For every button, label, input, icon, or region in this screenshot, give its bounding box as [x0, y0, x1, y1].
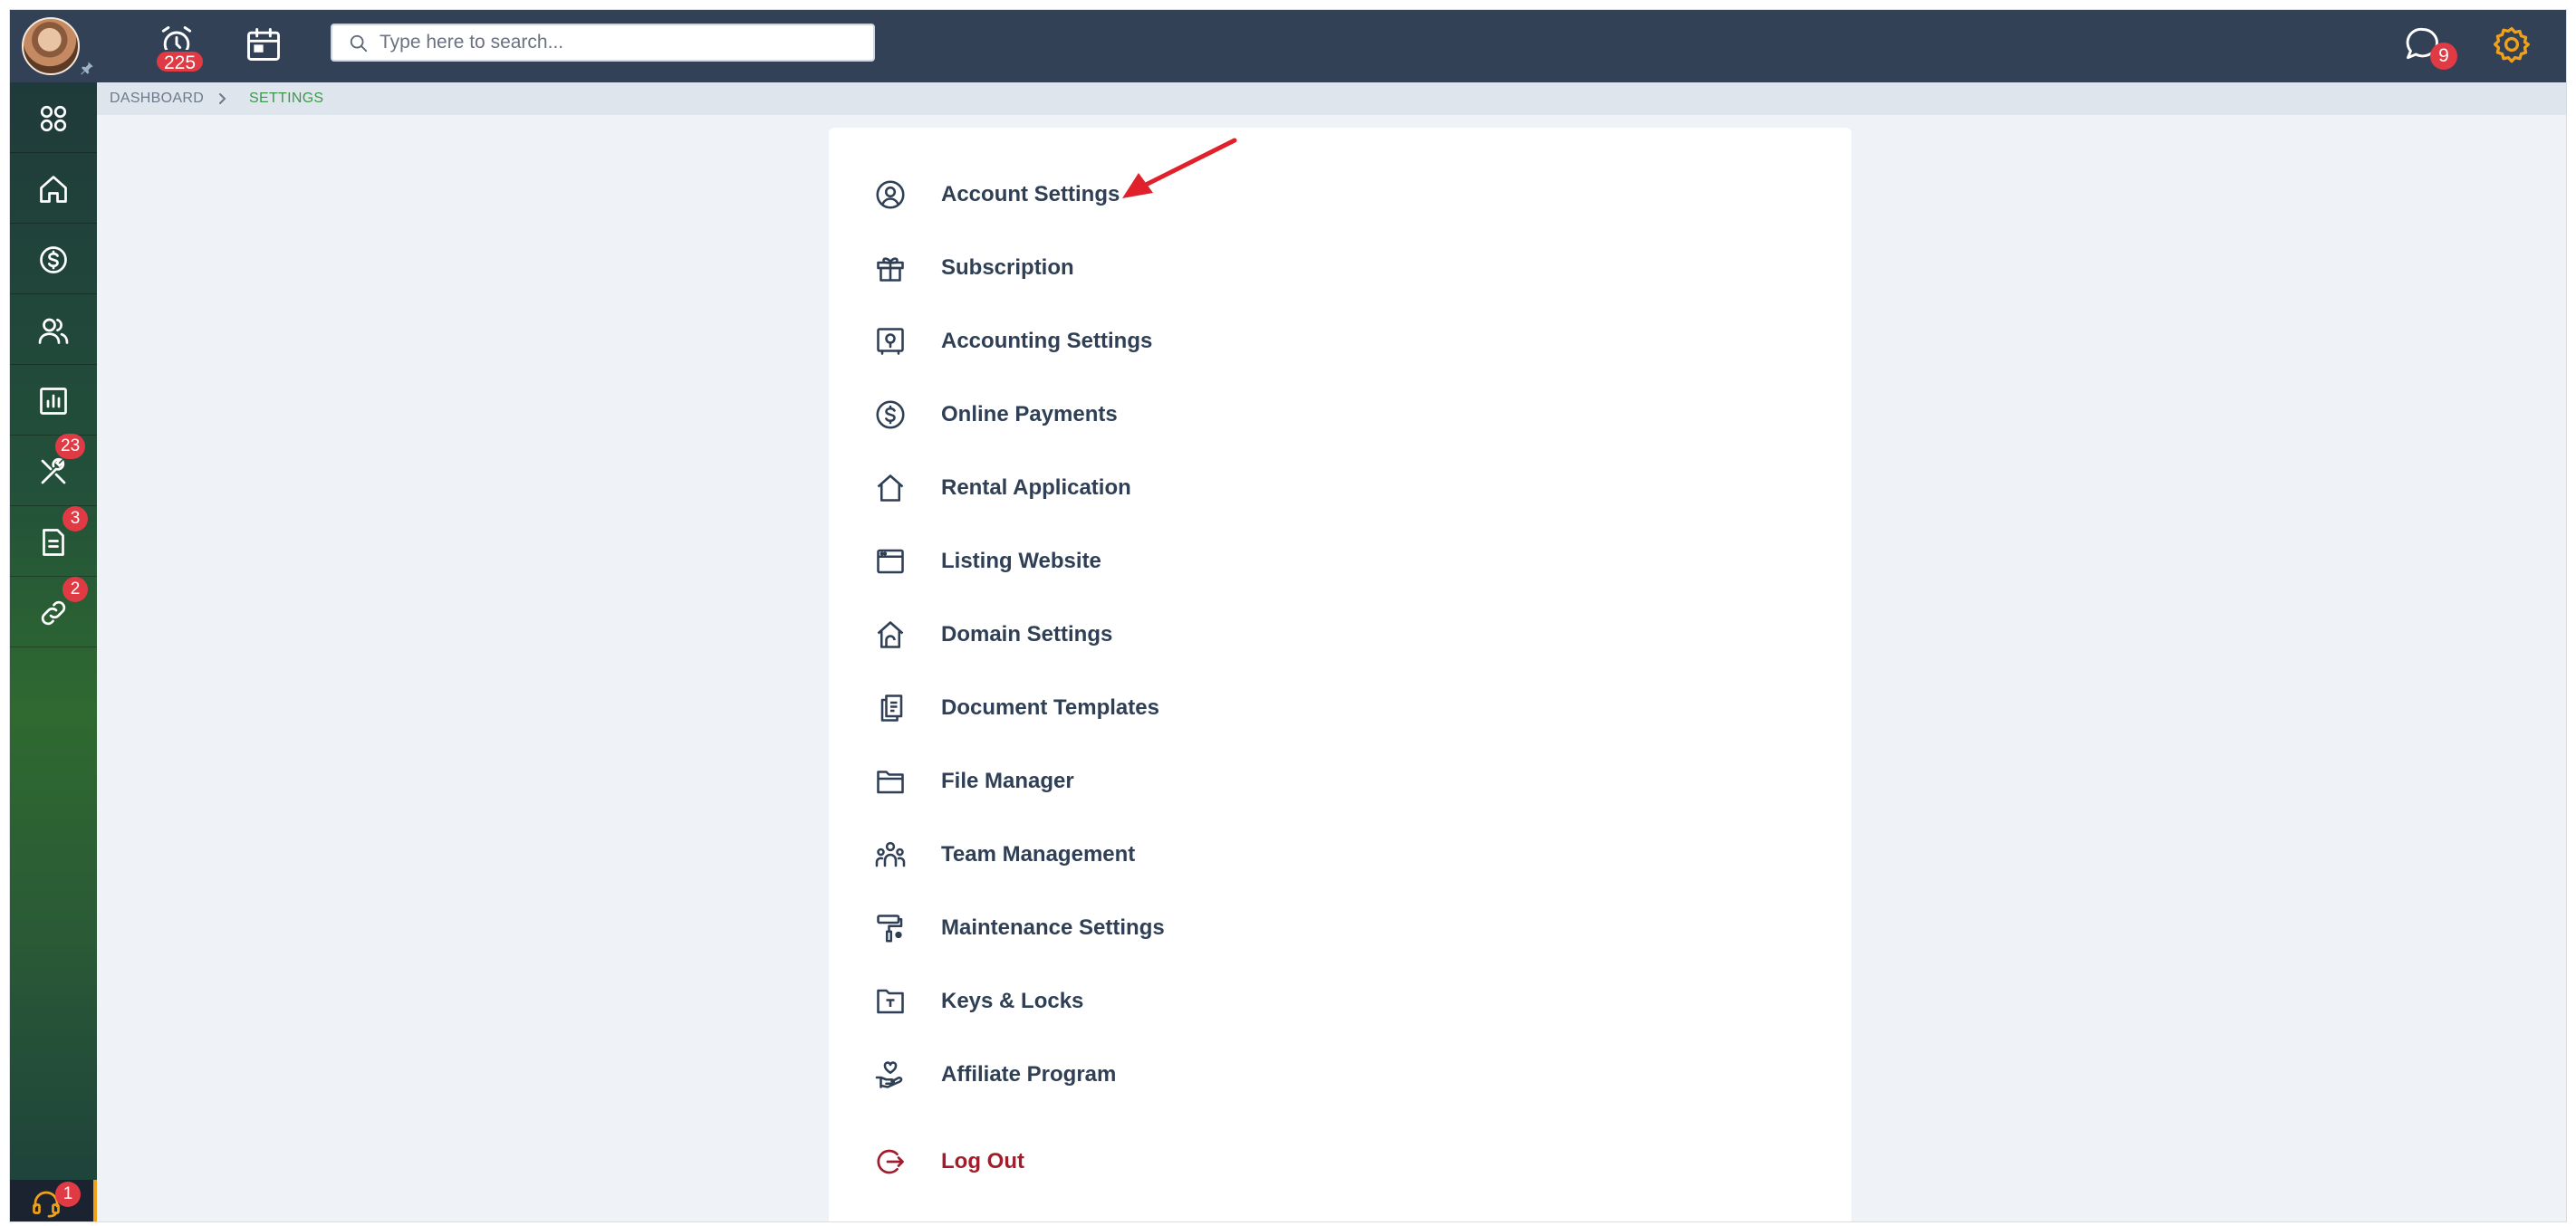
document-icon	[43, 529, 64, 556]
menu-item-maintenance-settings[interactable]: Maintenance Settings	[865, 899, 1680, 957]
dollar-circle-icon	[40, 246, 67, 273]
menu-item-rental-application[interactable]: Rental Application	[865, 459, 1680, 517]
search-box[interactable]	[331, 24, 875, 62]
menu-item-keys-and-locks[interactable]: Keys & Locks	[865, 972, 1680, 1030]
menu-item-label: Domain Settings	[941, 622, 1113, 647]
menu-item-label: Keys & Locks	[941, 989, 1084, 1013]
menu-item-subscription[interactable]: Subscription	[865, 239, 1680, 297]
sidebar-badge: 23	[55, 434, 86, 459]
menu-item-file-manager[interactable]: File Manager	[865, 752, 1680, 810]
menu-item-label: Document Templates	[941, 695, 1159, 720]
menu-item-label: Account Settings	[941, 182, 1120, 206]
sidebar-item-payments[interactable]	[10, 224, 97, 294]
user-circle-icon	[876, 180, 905, 209]
sidebar-item-maintenance[interactable]: 23	[10, 434, 97, 506]
key-folder-icon	[877, 989, 904, 1014]
menu-item-document-templates[interactable]: Document Templates	[865, 679, 1680, 737]
user-avatar[interactable]	[22, 17, 80, 75]
link-icon	[41, 600, 66, 626]
breadcrumb: DASHBOARD SETTINGS	[97, 82, 2566, 115]
browser-window-icon	[877, 549, 904, 574]
sidebar-item-integrations[interactable]: 2	[10, 577, 97, 647]
paint-roller-icon	[877, 915, 903, 943]
menu-item-listing-website[interactable]: Listing Website	[865, 532, 1680, 590]
sidebar-item-people[interactable]	[10, 294, 97, 365]
folder-icon	[877, 771, 904, 794]
people-icon	[38, 318, 69, 344]
top-bar: 225 9	[10, 10, 2566, 82]
logout-label: Log Out	[941, 1149, 1024, 1173]
bar-chart-icon	[40, 388, 67, 415]
home-icon	[877, 474, 904, 502]
sidebar-badge: 2	[62, 577, 88, 602]
hand-heart-icon	[875, 1061, 903, 1088]
sidebar-item-apps[interactable]	[10, 82, 97, 153]
logout-button[interactable]: Log Out	[865, 1133, 1680, 1191]
sidebar-item-home[interactable]	[10, 153, 97, 224]
sidebar: 23 3 2 1	[10, 82, 97, 1221]
documents-icon	[880, 694, 903, 722]
menu-item-label: Listing Website	[941, 549, 1101, 573]
chat-count-badge: 9	[2430, 43, 2457, 70]
menu-item-label: Team Management	[941, 842, 1136, 867]
sidebar-item-documents[interactable]: 3	[10, 506, 97, 577]
settings-menu-card: Account Settings Subscription Accounting…	[829, 128, 1851, 1221]
logout-icon	[877, 1149, 904, 1174]
menu-item-label: Subscription	[941, 255, 1074, 280]
safe-icon	[877, 328, 904, 355]
menu-item-label: Maintenance Settings	[941, 915, 1165, 940]
menu-item-online-payments[interactable]: Online Payments	[865, 386, 1680, 444]
breadcrumb-dashboard-link[interactable]: DASHBOARD	[110, 91, 204, 107]
alarm-count-badge: 225	[155, 50, 206, 73]
support-badge: 1	[55, 1182, 81, 1207]
team-icon	[875, 841, 906, 867]
tools-icon	[41, 457, 66, 484]
dollar-circle-icon	[876, 400, 905, 429]
menu-item-label: Affiliate Program	[941, 1062, 1117, 1087]
menu-item-label: Accounting Settings	[941, 329, 1153, 353]
pin-icon	[81, 62, 93, 75]
home-icon	[40, 176, 67, 203]
calendar-icon[interactable]	[244, 24, 284, 64]
menu-item-accounting-settings[interactable]: Accounting Settings	[865, 312, 1680, 370]
menu-item-label: Online Payments	[941, 402, 1118, 426]
breadcrumb-current: SETTINGS	[249, 91, 324, 106]
menu-item-affiliate-program[interactable]: Affiliate Program	[865, 1046, 1680, 1104]
menu-item-label: Rental Application	[941, 475, 1131, 500]
apps-grid-icon	[40, 105, 67, 132]
menu-item-account-settings[interactable]: Account Settings	[865, 166, 1680, 224]
search-input[interactable]	[380, 25, 860, 60]
gift-icon	[877, 257, 904, 282]
menu-item-label: File Manager	[941, 769, 1074, 793]
menu-item-domain-settings[interactable]: Domain Settings	[865, 606, 1680, 664]
menu-item-team-management[interactable]: Team Management	[865, 826, 1680, 884]
app-window: 225 9	[9, 9, 2567, 1222]
house-domain-icon	[877, 621, 904, 648]
gear-icon[interactable]	[2492, 24, 2532, 64]
chevron-right-icon	[219, 93, 226, 104]
sidebar-item-reports[interactable]	[10, 365, 97, 436]
support-button[interactable]: 1	[10, 1180, 97, 1221]
search-icon	[350, 34, 368, 53]
annotation-arrow	[1122, 138, 1237, 198]
sidebar-badge: 3	[62, 506, 88, 532]
